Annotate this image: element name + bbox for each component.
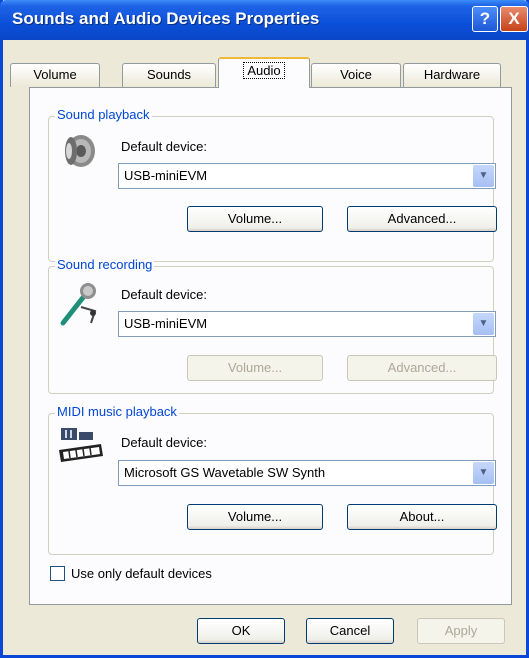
recording-volume-button: Volume... xyxy=(187,355,323,381)
window-title: Sounds and Audio Devices Properties xyxy=(12,9,320,28)
recording-device-value: USB-miniEVM xyxy=(124,316,208,331)
use-default-devices-row[interactable]: Use only default devices xyxy=(50,566,212,581)
midi-playback-legend: MIDI music playback xyxy=(55,404,179,419)
tab-voice[interactable]: Voice xyxy=(311,63,401,87)
microphone-icon xyxy=(57,277,101,332)
ok-button[interactable]: OK xyxy=(197,618,285,644)
dialog-window: Sounds and Audio Devices Properties ? X … xyxy=(0,0,529,658)
midi-playback-group: MIDI music playback Default device: Micr… xyxy=(48,404,497,555)
midi-device-select[interactable]: Microsoft GS Wavetable SW Synth ▼ xyxy=(118,460,496,486)
chevron-down-icon[interactable]: ▼ xyxy=(473,165,494,187)
midi-default-device-label: Default device: xyxy=(121,435,207,450)
chevron-down-icon[interactable]: ▼ xyxy=(473,313,494,335)
midi-volume-button[interactable]: Volume... xyxy=(187,504,323,530)
use-default-devices-checkbox[interactable] xyxy=(50,566,65,581)
sound-playback-legend: Sound playback xyxy=(55,107,152,122)
recording-default-device-label: Default device: xyxy=(121,287,207,302)
title-bar[interactable]: Sounds and Audio Devices Properties ? X xyxy=(0,0,529,40)
recording-advanced-button: Advanced... xyxy=(347,355,497,381)
apply-button: Apply xyxy=(417,618,505,644)
speaker-icon xyxy=(57,131,101,174)
playback-volume-button[interactable]: Volume... xyxy=(187,206,323,232)
sound-recording-legend: Sound recording xyxy=(55,257,155,272)
midi-device-value: Microsoft GS Wavetable SW Synth xyxy=(124,465,326,480)
cancel-button[interactable]: Cancel xyxy=(306,618,394,644)
audio-tab-panel: Sound playback Default device: USB-miniE… xyxy=(29,87,512,605)
tab-sounds[interactable]: Sounds xyxy=(122,63,216,87)
use-default-devices-label[interactable]: Use only default devices xyxy=(71,566,212,581)
help-button[interactable]: ? xyxy=(472,6,498,32)
chevron-down-icon[interactable]: ▼ xyxy=(473,462,494,484)
sound-recording-group: Sound recording Default device: USB-mini… xyxy=(48,257,497,394)
midi-about-button[interactable]: About... xyxy=(347,504,497,530)
tab-hardware[interactable]: Hardware xyxy=(403,63,501,87)
tab-volume[interactable]: Volume xyxy=(10,63,100,87)
tab-strip: Volume Sounds Audio Voice Hardware xyxy=(3,55,526,88)
close-button[interactable]: X xyxy=(500,6,528,32)
recording-device-select[interactable]: USB-miniEVM ▼ xyxy=(118,311,496,337)
midi-keyboard-icon xyxy=(57,426,105,469)
playback-advanced-button[interactable]: Advanced... xyxy=(347,206,497,232)
playback-device-select[interactable]: USB-miniEVM ▼ xyxy=(118,163,496,189)
playback-device-value: USB-miniEVM xyxy=(124,168,208,183)
tab-audio[interactable]: Audio xyxy=(218,57,310,88)
playback-default-device-label: Default device: xyxy=(121,139,207,154)
sound-playback-group: Sound playback Default device: USB-miniE… xyxy=(48,107,497,262)
